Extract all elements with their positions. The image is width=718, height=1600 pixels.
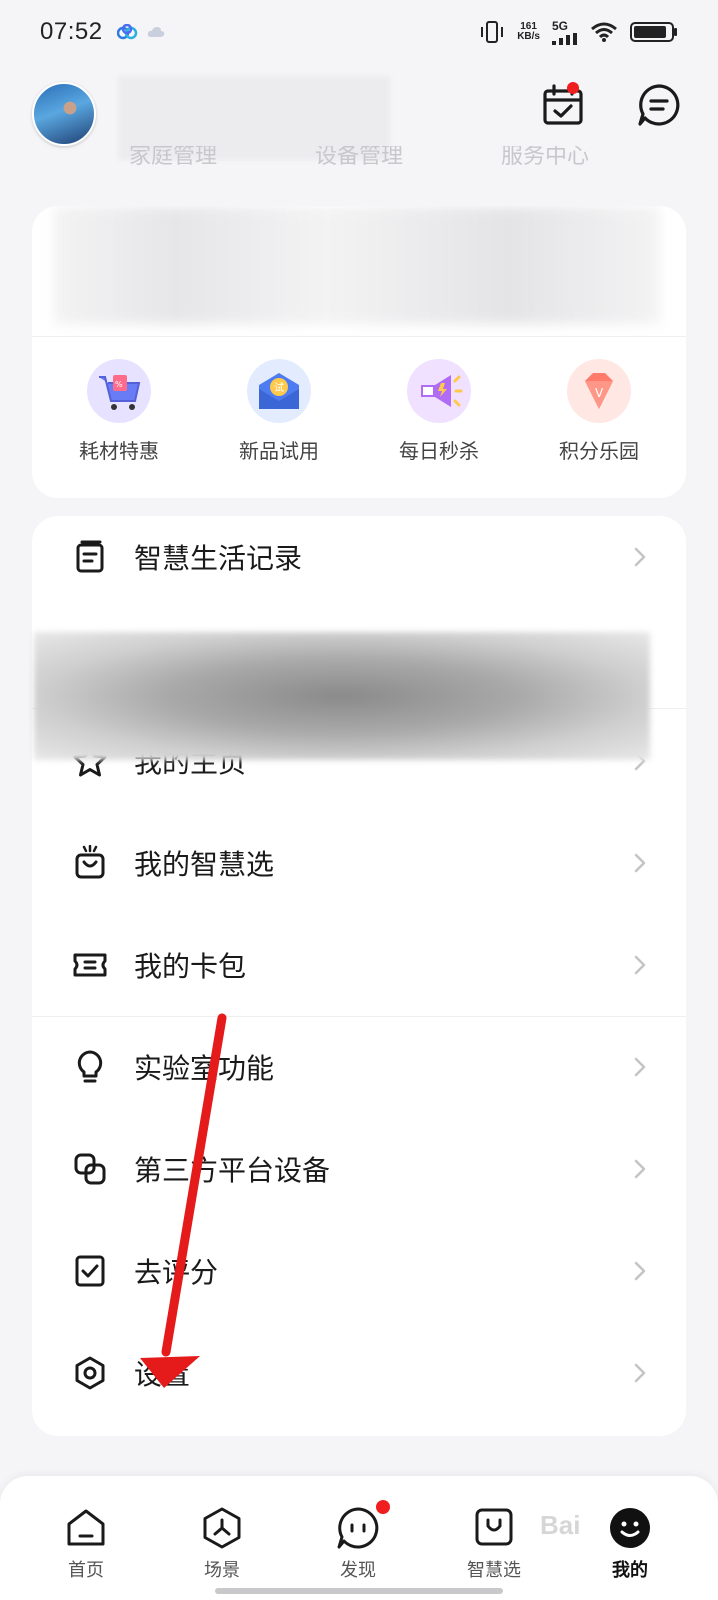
menu-item-label: 第三方平台设备 — [134, 1154, 331, 1187]
ghost-tab[interactable]: 家庭管理 — [129, 146, 217, 168]
home-icon — [67, 1509, 105, 1546]
message-icon[interactable] — [636, 82, 682, 128]
menu-item-lab-features[interactable]: 实验室功能 — [32, 1016, 686, 1118]
hexagon-settings-icon — [75, 1356, 105, 1390]
quick-action-flash-sale[interactable]: 每日秒杀 — [364, 359, 514, 496]
baidu-cloud-icon — [116, 24, 137, 40]
net-speed: 161 KB/s — [517, 22, 540, 42]
tab-label: 场景 — [204, 1560, 240, 1581]
menu-item-label: 实验室功能 — [134, 1052, 275, 1085]
tab-smart-select[interactable]: 智慧选 — [434, 1476, 554, 1600]
menu-item-label: 设置 — [134, 1358, 191, 1391]
status-bar: 07:52 161 KB/s 5G — [0, 0, 718, 64]
chevron-right-icon — [634, 547, 646, 567]
cloud-icon — [147, 27, 164, 37]
quick-action-points[interactable]: V 积分乐园 — [524, 359, 674, 496]
discover-icon — [337, 1507, 379, 1549]
link-devices-icon — [74, 1153, 106, 1185]
chevron-right-icon — [634, 1261, 646, 1281]
quick-action-label: 耗材特惠 — [79, 439, 159, 463]
home-indicator[interactable] — [215, 1588, 503, 1594]
lightbulb-icon — [77, 1050, 103, 1083]
profile-icon — [610, 1508, 650, 1548]
megaphone-icon — [407, 359, 471, 423]
bottom-tab-bar: 首页 场景 发现 智慧选 我的 — [0, 1476, 718, 1600]
tab-label: 首页 — [68, 1560, 104, 1581]
battery-icon — [630, 22, 677, 42]
menu-item-my-card-pack[interactable]: 我的卡包 — [32, 914, 686, 1016]
svg-text:试: 试 — [274, 381, 284, 394]
envelope-trial-icon: 试 — [247, 359, 311, 423]
signal-icon — [552, 33, 577, 45]
ghost-tab[interactable]: 服务中心 — [501, 146, 589, 168]
discover-badge — [376, 1500, 390, 1514]
menu-item-label: 智慧生活记录 — [134, 542, 303, 575]
network-type: 5G — [552, 19, 569, 33]
chevron-right-icon — [634, 1057, 646, 1077]
menu-item-my-smart-select[interactable]: 我的智慧选 — [32, 812, 686, 914]
tab-home[interactable]: 首页 — [26, 1476, 146, 1600]
tab-label: 智慧选 — [467, 1560, 521, 1581]
menu-item-label: 去评分 — [134, 1256, 219, 1289]
calendar-badge — [567, 82, 579, 94]
ghost-tabs: 家庭管理 设备管理 服务中心 — [0, 146, 718, 168]
menu-item-label: 我的卡包 — [134, 950, 247, 983]
tab-scene[interactable]: 场景 — [162, 1476, 282, 1600]
menu-item-label: 我的智慧选 — [134, 848, 275, 881]
services-card: % 耗材特惠 试 新品试用 每日秒杀 V 积分乐园 — [32, 206, 686, 498]
svg-text:%: % — [115, 380, 123, 389]
tab-discover[interactable]: 发现 — [298, 1476, 418, 1600]
vibrate-icon — [481, 21, 504, 43]
diamond-icon: V — [567, 359, 631, 423]
svg-text:V: V — [595, 386, 604, 400]
menu-item-rate-app[interactable]: 去评分 — [32, 1220, 686, 1322]
chevron-right-icon — [634, 1159, 646, 1179]
tab-label: 我的 — [612, 1560, 648, 1581]
net-speed-unit: KB/s — [517, 31, 540, 42]
menu-item-settings[interactable]: 设置 — [32, 1322, 686, 1424]
redacted-area — [54, 206, 660, 324]
calendar-check-icon[interactable] — [540, 82, 586, 128]
scene-icon — [203, 1507, 241, 1549]
redacted-band — [34, 632, 650, 760]
shopping-cart-icon: % — [87, 359, 151, 423]
menu-item-smart-life-record[interactable]: 智慧生活记录 — [32, 516, 686, 608]
document-icon — [76, 540, 104, 573]
quick-actions: % 耗材特惠 试 新品试用 每日秒杀 V 积分乐园 — [32, 336, 686, 496]
tab-mine[interactable]: 我的 — [570, 1476, 690, 1600]
bag-icon — [75, 845, 105, 879]
ghost-tab[interactable]: 设备管理 — [315, 146, 403, 168]
tab-label: 发现 — [340, 1560, 376, 1581]
chevron-right-icon — [634, 853, 646, 873]
ticket-icon — [73, 953, 107, 977]
quick-action-label: 新品试用 — [239, 439, 319, 463]
watermark: Bai — [540, 1510, 581, 1540]
shop-icon — [475, 1508, 513, 1546]
menu-item-third-party-devices[interactable]: 第三方平台设备 — [32, 1118, 686, 1220]
status-time: 07:52 — [40, 18, 103, 45]
quick-action-label: 每日秒杀 — [399, 439, 479, 463]
quick-action-label: 积分乐园 — [559, 439, 639, 463]
quick-action-trial[interactable]: 试 新品试用 — [204, 359, 354, 496]
chevron-right-icon — [634, 955, 646, 975]
checkbox-icon — [75, 1255, 105, 1287]
chevron-right-icon — [634, 1363, 646, 1383]
wifi-icon — [591, 22, 617, 42]
quick-action-consumables[interactable]: % 耗材特惠 — [44, 359, 194, 496]
avatar[interactable] — [32, 82, 96, 146]
